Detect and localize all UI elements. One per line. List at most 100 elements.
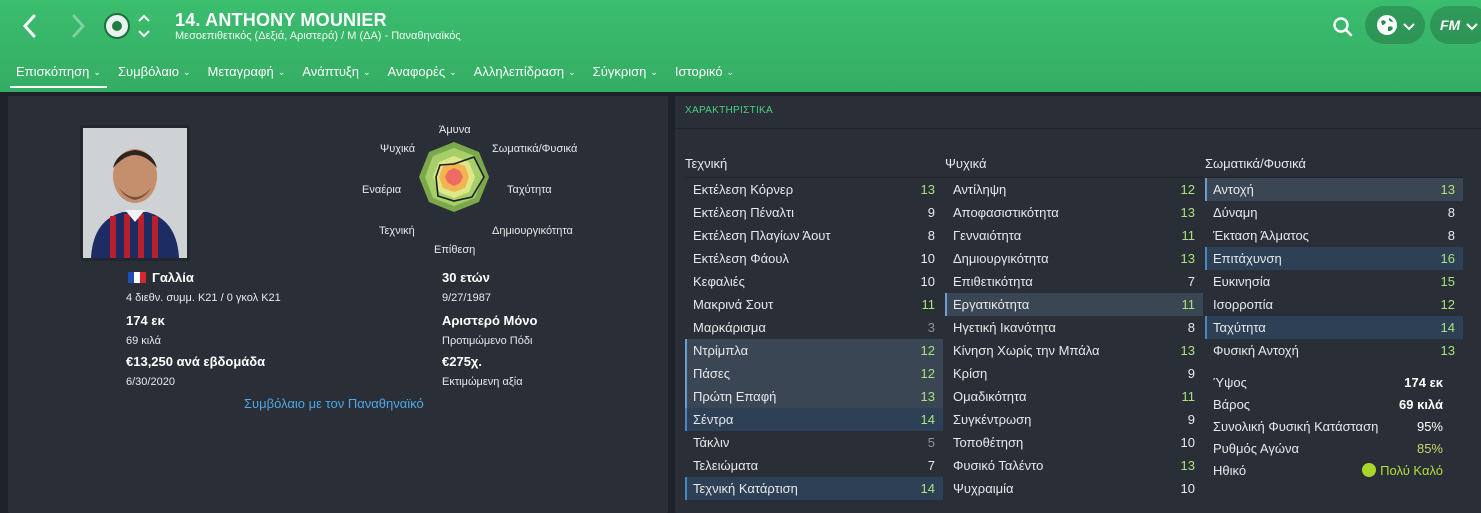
physical-info-row: Ηθικό Πολύ Καλό <box>1205 460 1463 482</box>
player-weight: 69 κιλά <box>126 335 161 347</box>
physical-info-row: Ύψος 174 εκ <box>1205 372 1463 394</box>
attribute-row[interactable]: Φυσική Αντοχή 13 <box>1205 339 1463 362</box>
back-arrow-icon[interactable] <box>18 12 42 40</box>
attribute-row[interactable]: Κίνηση Χωρίς την Μπάλα 13 <box>945 339 1203 362</box>
attribute-row[interactable]: Ψυχραιμία 10 <box>945 477 1203 500</box>
player-position-club: Μεσοεπιθετικός (Δεξιά, Αριστερά) / Μ (ΔΑ… <box>175 30 461 42</box>
attribute-row[interactable]: Έκταση Άλματος 8 <box>1205 224 1463 247</box>
attribute-row[interactable]: Γενναιότητα 11 <box>945 224 1203 247</box>
attribute-row[interactable]: Ευκινησία 15 <box>1205 270 1463 293</box>
nationality: Γαλλία <box>128 270 194 285</box>
attribute-row[interactable]: Επιτάχυνση 16 <box>1205 247 1463 270</box>
attribute-value: 16 <box>1440 251 1455 266</box>
tab-transfer[interactable]: Μεταγραφή ⌄ <box>202 62 292 88</box>
attribute-name: Ισορροπία <box>1213 297 1274 312</box>
tab-history[interactable]: Ιστορικό ⌄ <box>669 62 740 88</box>
attribute-row[interactable]: Μακρινά Σουτ 11 <box>685 293 943 316</box>
nationality-text: Γαλλία <box>152 270 194 285</box>
attribute-row[interactable]: Ντρίμπλα 12 <box>685 339 943 362</box>
attribute-row[interactable]: Ηγετική Ικανότητα 8 <box>945 316 1203 339</box>
attribute-row[interactable]: Συγκέντρωση 9 <box>945 408 1203 431</box>
tab-label: Μεταγραφή <box>207 64 274 79</box>
attribute-value: 12 <box>920 343 935 358</box>
chevron-down-icon: ⌄ <box>93 67 101 77</box>
attribute-row[interactable]: Τάκλιν 5 <box>685 431 943 454</box>
tab-label: Ιστορικό <box>674 64 723 79</box>
attribute-row[interactable]: Εκτέλεση Φάουλ 10 <box>685 247 943 270</box>
attribute-value: 10 <box>1180 435 1195 450</box>
tab-interaction[interactable]: Αλληλεπίδραση ⌄ <box>468 62 582 88</box>
radar-label-technique: Τεχνική <box>379 225 415 237</box>
world-menu-button[interactable] <box>1365 6 1425 44</box>
attribute-row[interactable]: Πρώτη Επαφή 13 <box>685 385 943 408</box>
forward-arrow-icon[interactable] <box>66 12 90 40</box>
chevron-down-icon: ⌄ <box>568 67 576 77</box>
chevron-down-icon: ⌄ <box>726 67 735 77</box>
player-value-label: Εκτιμώμενη αξία <box>442 376 523 388</box>
attribute-row[interactable]: Δημιουργικότητα 13 <box>945 247 1203 270</box>
attribute-row[interactable]: Εκτέλεση Πέναλτι 9 <box>685 201 943 224</box>
chevron-down-icon <box>1466 19 1478 37</box>
attribute-row[interactable]: Κρίση 9 <box>945 362 1203 385</box>
attribute-name: Συγκέντρωση <box>953 412 1032 427</box>
preferred-foot: Αριστερό Μόνο <box>442 313 538 328</box>
app-window: 14. ANTHONY MOUNIER Μεσοεπιθετικός (Δεξι… <box>0 0 1481 513</box>
tab-label: Αναφορές <box>387 64 446 79</box>
tab-development[interactable]: Ανάπτυξη ⌄ <box>296 62 376 88</box>
attribute-row[interactable]: Αποφασιστικότητα 13 <box>945 201 1203 224</box>
attribute-row[interactable]: Αντίληψη 12 <box>945 178 1203 201</box>
attribute-value: 11 <box>1181 389 1196 404</box>
club-badge-icon[interactable] <box>104 13 130 39</box>
attribute-row[interactable]: Ομαδικότητα 11 <box>945 385 1203 408</box>
physical-info-name: Ύψος <box>1213 375 1247 390</box>
attribute-row[interactable]: Φυσικό Ταλέντο 13 <box>945 454 1203 477</box>
attribute-name: Εργατικότητα <box>953 297 1030 312</box>
search-icon[interactable] <box>1330 14 1356 40</box>
attribute-value: 13 <box>1440 343 1455 358</box>
tab-comparison[interactable]: Σύγκριση ⌄ <box>587 62 664 88</box>
attribute-row[interactable]: Εκτέλεση Κόρνερ 13 <box>685 178 943 201</box>
attribute-row[interactable]: Μαρκάρισμα 3 <box>685 316 943 339</box>
attribute-row[interactable]: Εργατικότητα 11 <box>945 293 1203 316</box>
attribute-value: 13 <box>1180 205 1195 220</box>
morale-text: Πολύ Καλό <box>1380 463 1443 478</box>
attribute-value: 9 <box>1187 412 1195 427</box>
attribute-row[interactable]: Τεχνική Κατάρτιση 14 <box>685 477 943 500</box>
attribute-value: 12 <box>1440 297 1455 312</box>
tab-contract[interactable]: Συμβόλαιο ⌄ <box>112 62 197 88</box>
attribute-row[interactable]: Δύναμη 8 <box>1205 201 1463 224</box>
attribute-row[interactable]: Ισορροπία 12 <box>1205 293 1463 316</box>
attribute-value: 8 <box>927 228 935 243</box>
attribute-row[interactable]: Πάσες 12 <box>685 362 943 385</box>
fm-menu-button[interactable]: FM <box>1430 6 1481 44</box>
attribute-row[interactable]: Τοποθέτηση 10 <box>945 431 1203 454</box>
attribute-name: Κρίση <box>953 366 988 381</box>
chevron-down-icon: ⌄ <box>183 67 191 77</box>
attribute-value: 12 <box>1180 182 1195 197</box>
tab-reports[interactable]: Αναφορές ⌄ <box>382 62 463 88</box>
tab-overview[interactable]: Επισκόπηση ⌄ <box>10 62 107 88</box>
attribute-row[interactable]: Τελειώματα 7 <box>685 454 943 477</box>
attribute-value: 14 <box>920 412 935 427</box>
contract-link[interactable]: Συμβόλαιο με τον Παναθηναϊκό <box>244 396 424 411</box>
attribute-row[interactable]: Αντοχή 13 <box>1205 178 1463 201</box>
fm-logo: FM <box>1440 17 1461 33</box>
attribute-row[interactable]: Εκτέλεση Πλαγίων Άουτ 8 <box>685 224 943 247</box>
attribute-row[interactable]: Επιθετικότητα 7 <box>945 270 1203 293</box>
attribute-value: 13 <box>920 389 935 404</box>
player-switch-icon[interactable] <box>136 11 152 41</box>
physical-info-name: Βάρος <box>1213 397 1251 412</box>
physical-info: Ύψος 174 εκ Βάρος 69 κιλά Συνολική Φυσική Κα… <box>1205 372 1463 482</box>
chevron-down-icon <box>1403 19 1415 37</box>
attribute-row[interactable]: Κεφαλιές 10 <box>685 270 943 293</box>
france-flag-icon <box>128 272 146 283</box>
attribute-value: 7 <box>1187 274 1195 289</box>
attribute-row[interactable]: Σέντρα 14 <box>685 408 943 431</box>
thumbs-up-icon <box>1362 463 1377 477</box>
attribute-value: 11 <box>1181 228 1196 243</box>
attribute-row[interactable]: Ταχύτητα 14 <box>1205 316 1463 339</box>
attribute-name: Αντίληψη <box>953 182 1007 197</box>
physical-info-value: 174 εκ <box>1404 375 1443 390</box>
attribute-name: Κεφαλιές <box>693 274 745 289</box>
attributes-title: ΧΑΡΑΚΤΗΡΙΣΤΙΚΑ <box>685 105 773 116</box>
